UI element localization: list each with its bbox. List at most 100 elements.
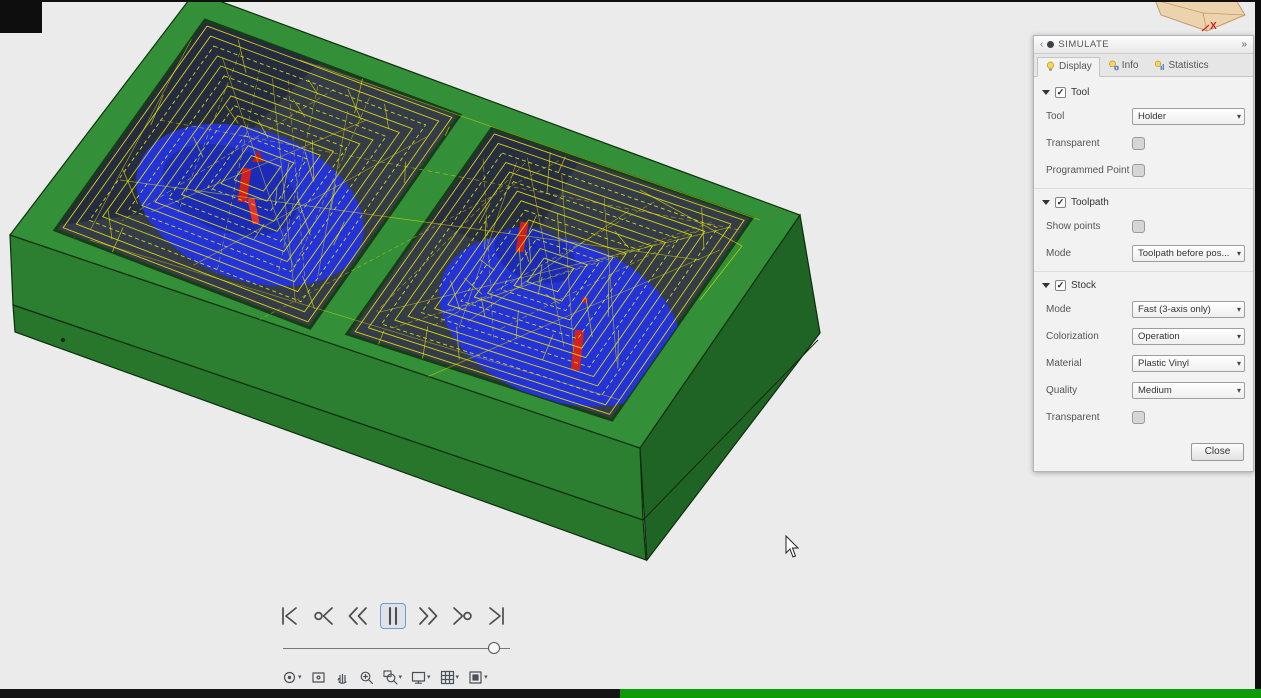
dropdown-caret-icon: ▾	[484, 674, 488, 681]
row-programmed-point: Programmed Point	[1034, 157, 1253, 184]
orbit-button[interactable]: ▾	[281, 669, 303, 686]
stock-point-marker	[60, 337, 66, 343]
dropdown-caret-icon: ▾	[298, 674, 302, 681]
timeline-track[interactable]	[283, 648, 510, 649]
look-at-button[interactable]	[310, 669, 327, 686]
step-forward-icon	[419, 607, 438, 625]
section-header-tool[interactable]: Tool	[1034, 81, 1253, 103]
programmed-point-checkbox[interactable]	[1132, 164, 1145, 177]
stock-mode-label: Mode	[1046, 304, 1072, 315]
step-back-button[interactable]	[346, 604, 370, 628]
window-top-edge	[0, 0, 1261, 2]
pan-button[interactable]	[334, 669, 351, 686]
row-stock-transparent: Transparent	[1034, 404, 1253, 431]
grid-settings-button[interactable]: ▾	[439, 669, 461, 686]
dropdown-caret-icon: ▾	[455, 674, 460, 681]
collapse-triangle-icon[interactable]	[1042, 200, 1050, 205]
show-points-checkbox[interactable]	[1132, 220, 1145, 233]
tool-select[interactable]: Holder ▾	[1132, 108, 1245, 125]
tool-section-checkbox[interactable]	[1055, 87, 1066, 98]
statistics-tab-icon	[1155, 60, 1165, 70]
simulate-panel: ‹ SIMULATE » Display Info Statistics ✓ T…	[1033, 35, 1254, 472]
chevron-down-icon: ▾	[1236, 305, 1241, 314]
panel-collapse-icon[interactable]: ‹	[1040, 39, 1043, 50]
timeline-knob[interactable]	[488, 642, 500, 654]
stock-mode-value: Fast (3-axis only)	[1138, 304, 1211, 315]
simulation-progress-bar	[620, 689, 1261, 698]
simulate-panel-header[interactable]: ‹ SIMULATE »	[1034, 36, 1253, 54]
tab-display[interactable]: Display	[1037, 57, 1100, 77]
chevron-down-icon: ▾	[1236, 112, 1241, 121]
skip-to-end-icon	[489, 607, 504, 625]
skip-to-end-button[interactable]	[484, 604, 508, 628]
pause-button[interactable]	[380, 603, 406, 629]
dropdown-caret-icon: ▾	[398, 674, 403, 681]
tool-transparent-checkbox[interactable]	[1132, 137, 1145, 150]
viewports-button[interactable]: ▾	[467, 669, 489, 686]
close-button[interactable]: Close	[1191, 443, 1244, 461]
panel-title: SIMULATE	[1058, 39, 1110, 50]
row-colorization: Colorization Operation ▾	[1034, 323, 1253, 350]
row-tool: Tool Holder ▾	[1034, 103, 1253, 130]
close-button-row: Close	[1034, 431, 1253, 463]
section-header-stock[interactable]: Stock	[1034, 274, 1253, 296]
tab-statistics[interactable]: Statistics	[1146, 56, 1216, 76]
stock-transparent-checkbox[interactable]	[1132, 411, 1145, 424]
zoom-window-button[interactable]: ▾	[382, 669, 404, 686]
quality-label: Quality	[1046, 385, 1078, 396]
section-header-toolpath[interactable]: Toolpath	[1034, 191, 1253, 213]
row-quality: Quality Medium ▾	[1034, 377, 1253, 404]
row-toolpath-mode: Mode Toolpath before pos... ▾	[1034, 240, 1253, 267]
quality-select[interactable]: Medium ▾	[1132, 382, 1245, 399]
step-forward-button[interactable]	[416, 604, 440, 628]
toolpath-mode-value: Toolpath before pos...	[1138, 248, 1230, 259]
stock-mode-select[interactable]: Fast (3-axis only) ▾	[1132, 301, 1245, 318]
display-tab-icon	[1046, 61, 1055, 71]
tab-display-label: Display	[1059, 61, 1092, 72]
stock-transparent-label: Transparent	[1046, 412, 1100, 423]
next-operation-icon	[453, 607, 472, 625]
axis-label-x: X	[1210, 21, 1217, 32]
step-back-icon	[348, 607, 367, 625]
tool-label: Tool	[1046, 111, 1065, 122]
zoom-button[interactable]	[358, 669, 375, 686]
info-tab-icon	[1108, 60, 1119, 71]
stock-section-checkbox[interactable]	[1055, 280, 1066, 291]
row-material: Material Plastic Vinyl ▾	[1034, 350, 1253, 377]
panel-body: Tool Tool Holder ▾ Transparent Programme…	[1034, 77, 1253, 471]
colorization-select[interactable]: Operation ▾	[1132, 328, 1245, 345]
chevron-down-icon: ▾	[1236, 386, 1241, 395]
panel-expand-icon[interactable]: »	[1241, 39, 1247, 50]
collapse-triangle-icon[interactable]	[1042, 90, 1050, 95]
zoom-window-icon	[382, 670, 398, 685]
simulation-timeline[interactable]	[283, 642, 510, 654]
tab-info[interactable]: Info	[1100, 56, 1147, 76]
skip-to-start-button[interactable]	[278, 604, 302, 628]
display-settings-button[interactable]: ▾	[410, 669, 432, 686]
navigation-toolbar: ▾ ▾ ▾ ▾ ▾	[281, 669, 489, 686]
material-select[interactable]: Plastic Vinyl ▾	[1132, 355, 1245, 372]
section-title-stock: Stock	[1071, 280, 1097, 291]
tab-statistics-label: Statistics	[1168, 60, 1209, 71]
zoom-icon	[360, 671, 373, 685]
collapse-triangle-icon[interactable]	[1042, 283, 1050, 288]
toolpath-mode-select[interactable]: Toolpath before pos... ▾	[1132, 245, 1245, 262]
material-value: Plastic Vinyl	[1138, 358, 1190, 369]
next-operation-button[interactable]	[450, 604, 474, 628]
programmed-point-label: Programmed Point	[1046, 165, 1130, 176]
colorization-value: Operation	[1138, 331, 1180, 342]
quality-value: Medium	[1138, 385, 1172, 396]
chevron-down-icon: ▾	[1236, 332, 1241, 341]
panel-tabs: Display Info Statistics	[1034, 54, 1253, 77]
panel-status-dot-icon	[1047, 41, 1055, 48]
chevron-down-icon: ▾	[1236, 359, 1241, 368]
toolpath-section-checkbox[interactable]	[1055, 197, 1066, 208]
orbit-icon	[283, 671, 296, 684]
mouse-cursor	[785, 534, 800, 558]
window-corner-block	[0, 0, 42, 33]
section-divider	[1034, 188, 1253, 189]
view-cube[interactable]: X	[1154, 0, 1246, 32]
section-title-toolpath: Toolpath	[1071, 197, 1109, 208]
chevron-down-icon: ▾	[1236, 249, 1241, 258]
previous-operation-button[interactable]	[312, 604, 336, 628]
